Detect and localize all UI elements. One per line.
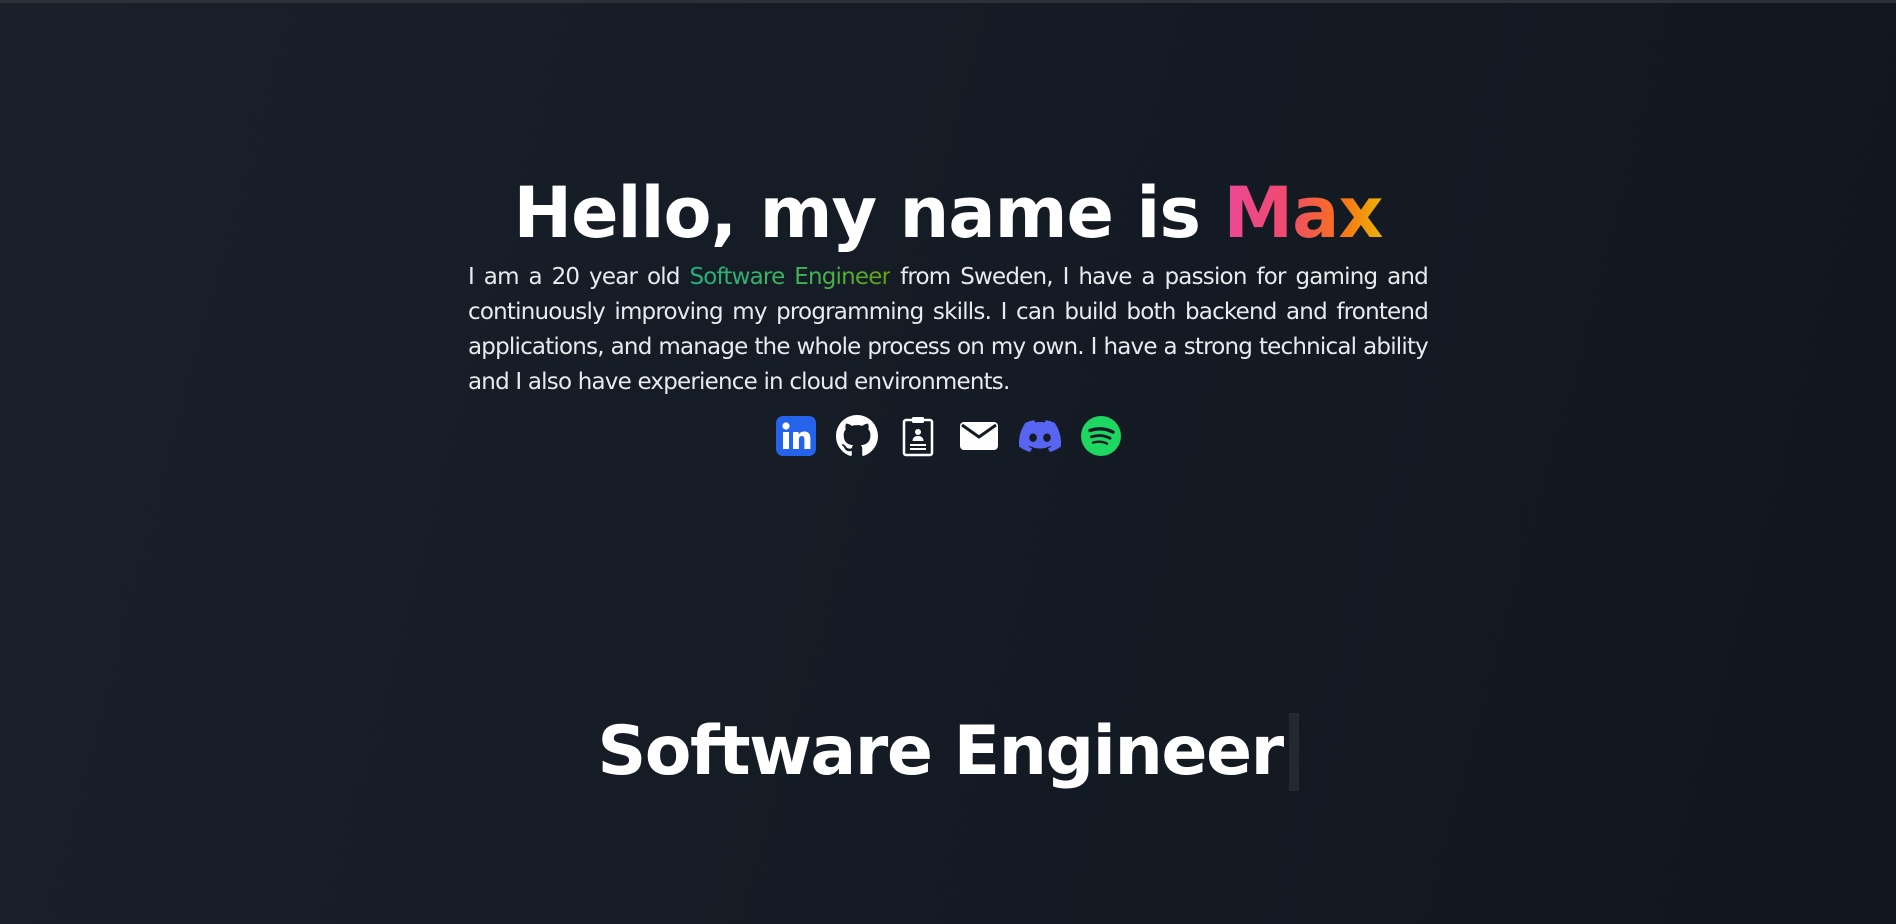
hero-title: Hello, my name is Max [513,168,1384,258]
mail-link[interactable] [957,414,1000,457]
hero-name: Max [1223,172,1383,254]
spotify-icon [1080,415,1122,457]
hero-greeting: Hello, my name is [513,172,1224,254]
discord-link[interactable] [1018,414,1061,457]
intro-paragraph: I am a 20 year old Software Engineer fro… [468,260,1429,400]
resume-link[interactable] [896,414,939,457]
linkedin-link[interactable] [774,414,817,457]
intro-before: I am a 20 year old [468,264,690,290]
resume-icon [900,415,936,457]
social-links [774,414,1122,457]
spotify-link[interactable] [1079,414,1122,457]
hero-section: Hello, my name is Max I am a 20 year old… [0,168,1896,457]
typing-cursor [1288,713,1299,791]
mail-icon [959,421,999,451]
github-link[interactable] [835,414,878,457]
typed-section: Software Engineer [0,712,1896,792]
discord-icon [1018,419,1061,452]
linkedin-icon [775,415,817,457]
intro-role: Software Engineer [689,264,891,290]
typed-role-text: Software Engineer [597,712,1284,791]
github-icon [835,414,878,457]
top-border [0,0,1896,3]
